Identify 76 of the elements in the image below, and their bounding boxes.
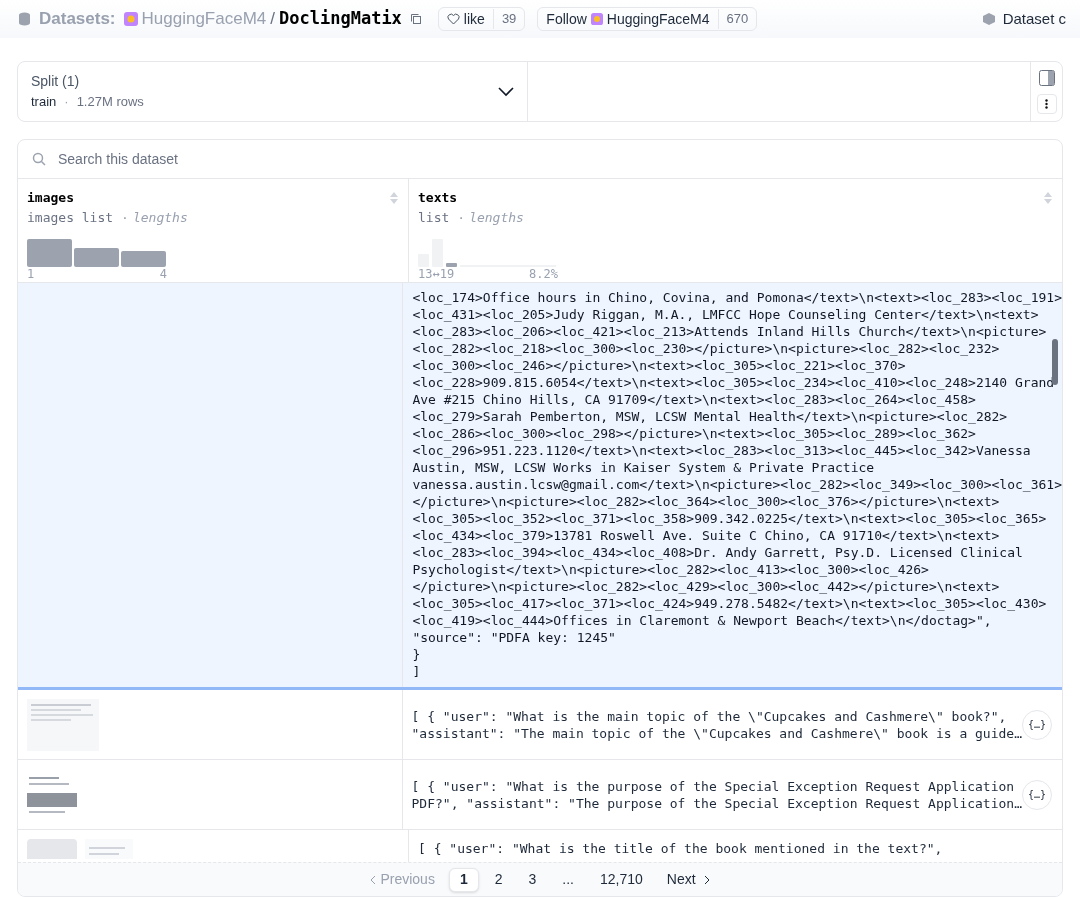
column-name: texts (418, 189, 458, 207)
scrollbar-thumb[interactable] (1052, 339, 1058, 385)
follow-label: Follow (546, 9, 587, 29)
page-link[interactable]: 2 (484, 867, 513, 892)
json-text-line: ] (412, 663, 421, 680)
copy-icon[interactable] (409, 13, 422, 25)
json-text-line: <loc_431><loc_205>Judy Riggan, M.A., LMFCC Hope Counseling Center</text>\n<text> (412, 306, 1039, 323)
histogram-axis-label: 13↔19 (418, 267, 455, 281)
json-text-line: vanessa.austin.lcsw@gmail.com</text>\n<picture><loc_282><loc_349><loc_300><loc_361> (412, 476, 1062, 493)
json-text-line: Psychologist</text>\n<picture><loc_282><loc_413><loc_300><loc_426> (412, 561, 929, 578)
json-text-line: <loc_434><loc_379>13781 Roswell Ave. Suite C Chino, CA 91710</text>\n<text> (412, 527, 1000, 544)
like-count: 39 (492, 9, 525, 29)
chevron-right-icon (703, 874, 710, 885)
json-text-line: </picture>\n<picture><loc_282><loc_429><loc_300><loc_442></picture>\n<text> (412, 578, 1000, 595)
dots-vertical-icon (1045, 98, 1048, 109)
json-text-line: <loc_282><loc_218><loc_300><loc_230></picture>\n<picture><loc_282><loc_232> (412, 340, 1000, 357)
json-text-line: <loc_305><loc_352><loc_371><loc_358>909.342.0225</text>\n<text><loc_305><loc_365> (412, 510, 1047, 527)
cell-text-line: [ { "user": "What is the purpose of the Special Exception Request Application (411, 777, 1015, 795)
dataset-card-tab[interactable]: Dataset c (1002, 7, 1066, 31)
split-value: train (31, 93, 57, 112)
json-text-line: <loc_174>Office hours in Chino, Covina, and Pomona</text>\n<text><loc_283><loc_191> (412, 289, 1062, 306)
cell-text-line: [ { "user": "What is the title of the book mentioned in the text?", (418, 840, 943, 857)
split-rows: 1.27M rows (76, 92, 144, 112)
cell-text-line: PDF?", "assistant": "The purpose of the Special Exception Request Application… (411, 794, 1022, 812)
json-text-line: } (412, 646, 421, 663)
chevron-down-icon (498, 86, 514, 97)
json-text-line: "source": "PDFA key: 1245" (412, 629, 616, 646)
more-options-button[interactable] (1036, 93, 1057, 114)
split-select[interactable]: Split (1) train · 1.27M rows (18, 62, 528, 121)
like-button[interactable]: like 39 (437, 7, 526, 31)
cell-text-line: [ { "user": "What is the main topic of the \"Cupcakes and Cashmere\" book?", (411, 707, 1007, 725)
json-text-line: <loc_279>Sarah Pemberton, MSW, LCSW Mental Health</text>\n<picture><loc_282> (412, 408, 1008, 425)
cell-text-line: "assistant": "The main topic of the \"Cupcakes and Cashmere\" book is a guide… (411, 724, 1022, 742)
json-text-line: <loc_305><loc_417><loc_371><loc_424>949.278.5482</text>\n<text><loc_305><loc_430> (412, 595, 1047, 612)
json-text-line: Ave #215 Chino Hills, CA 91709</text>\n<text><loc_283><loc_264><loc_458> (412, 391, 976, 408)
json-text-line: <loc_286><loc_300><loc_298></picture>\n<text><loc_305><loc_289><loc_362> (412, 425, 976, 442)
type-separator: · (457, 208, 466, 227)
org-avatar-icon (590, 13, 603, 25)
column-type: list (418, 208, 450, 227)
json-text-line: <loc_283><loc_206><loc_421><loc_213>Attends Inland Hills Church</text>\n<picture> (412, 323, 1047, 340)
json-text-line: </picture>\n<picture><loc_282><loc_364><loc_300><loc_376></picture>\n<text> (412, 493, 1000, 510)
column-stat: lengths (132, 208, 188, 227)
follow-button[interactable]: Follow HuggingFaceM4 670 (537, 7, 758, 31)
column-type: images list (27, 208, 114, 227)
column-name: images (27, 189, 74, 207)
histogram-axis-label: 4 (159, 267, 167, 281)
panel-icon[interactable] (1038, 69, 1055, 86)
column-stat: lengths (469, 208, 524, 227)
page-link[interactable]: 3 (518, 867, 547, 892)
histogram-axis-label: 8.2% (529, 267, 558, 281)
expanded-row[interactable] (18, 283, 1062, 690)
json-text-line: <loc_296>951.223.1120</text>\n<text><loc_283><loc_313><loc_445><loc_342>Vanessa (412, 442, 1031, 459)
follow-count: 670 (717, 9, 757, 29)
database-icon (18, 12, 31, 26)
json-text-line: <loc_283><loc_394><loc_434><loc_408>Dr. Andy Garrett, Psy.D. Licensed Clinical (412, 544, 1023, 561)
dataset-name[interactable]: DoclingMatix (279, 6, 402, 32)
like-label: like (463, 9, 485, 29)
next-link[interactable]: Next (658, 869, 718, 890)
json-text-line: Austin, MSW, LCSW Works in Kaiser System & Private Practice (412, 459, 875, 476)
split-label: Split (1) (31, 72, 81, 92)
json-text-line: <loc_300><loc_246></picture>\n<text><loc_305><loc_221><loc_370> (412, 357, 906, 374)
page-link[interactable]: 12,710 (589, 867, 653, 892)
org-avatar-icon (123, 12, 138, 26)
page-link[interactable]: ... (552, 867, 584, 892)
chevron-left-icon (370, 874, 377, 885)
json-text-line: <loc_419><loc_444>Offices in Claremont & Newport Beach</text>\n</doctag>", (412, 612, 992, 629)
type-separator: · (121, 208, 129, 227)
cube-icon (982, 13, 995, 25)
follow-org: HuggingFaceM4 (606, 9, 710, 29)
search-field[interactable]: Search this dataset (58, 148, 1048, 170)
page-link[interactable]: 1 (448, 867, 479, 892)
heart-icon (446, 13, 460, 25)
split-separator: · (64, 93, 69, 112)
path-separator: / (270, 8, 276, 31)
search-icon (32, 152, 46, 166)
histogram-axis-label: 1 (27, 267, 35, 281)
